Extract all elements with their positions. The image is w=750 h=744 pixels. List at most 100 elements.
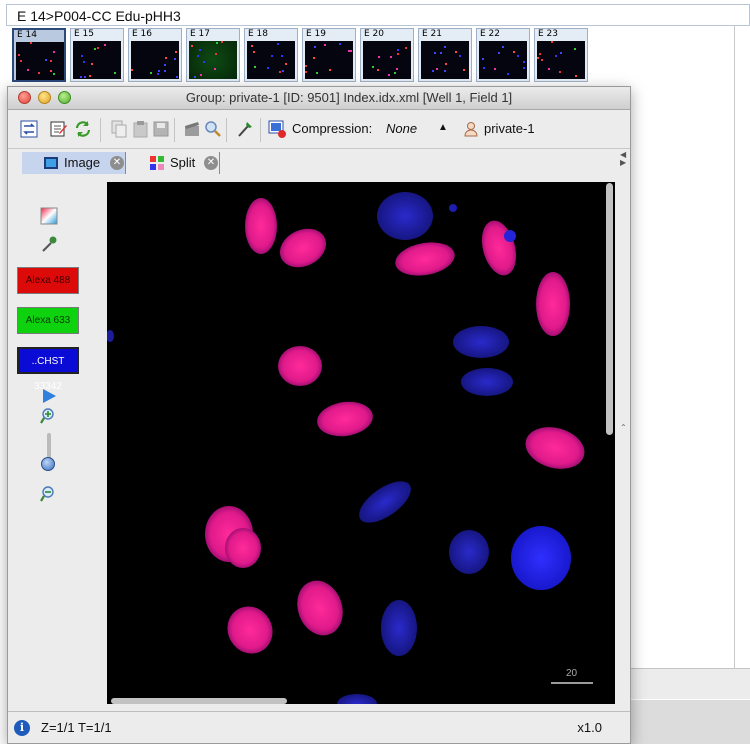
color-palette-icon[interactable] xyxy=(40,207,58,225)
thumbnail-cell-dot xyxy=(305,71,307,73)
status-bar: i Z=1/1 T=1/1 x1.0 xyxy=(8,711,630,744)
thumbnail-cell-dot xyxy=(53,73,55,75)
toolbar-separator xyxy=(226,118,227,142)
tab-scroll-arrows[interactable]: ◀ ▶ xyxy=(620,151,626,167)
thumbnail-cell-dot xyxy=(114,72,116,74)
cell-nucleus xyxy=(511,526,571,590)
channel-button-alexa-633[interactable]: Alexa 633 xyxy=(17,307,79,334)
copy-icon[interactable] xyxy=(110,120,128,138)
close-window-button[interactable] xyxy=(18,91,31,104)
thumbnail-cell-dot xyxy=(221,41,223,43)
minimize-window-button[interactable] xyxy=(38,91,51,104)
well-thumbnail[interactable]: E 22 xyxy=(476,28,530,82)
well-thumbnail-label: E 23 xyxy=(538,29,558,39)
edit-settings-icon[interactable] xyxy=(50,120,68,138)
zoom-icon[interactable] xyxy=(204,120,222,138)
well-thumbnail-image xyxy=(247,41,295,79)
well-thumbnail[interactable]: E 21 xyxy=(418,28,472,82)
well-thumbnail[interactable]: E 14 xyxy=(12,28,66,82)
thumbnail-cell-dot xyxy=(53,51,55,53)
cell-nucleus xyxy=(359,481,411,523)
thumbnail-cell-dot xyxy=(574,48,576,50)
toolbar-separator xyxy=(260,118,261,142)
thumbnail-cell-dot xyxy=(350,50,352,52)
paste-icon[interactable] xyxy=(132,120,150,138)
background-panel xyxy=(630,700,750,744)
cell-nucleus xyxy=(395,242,455,276)
tab-bar: Image ✕ Split ✕ ◀ ▶ xyxy=(8,149,630,175)
cell-nucleus xyxy=(337,694,377,704)
thumbnail-cell-dot xyxy=(165,57,167,59)
refresh-icon[interactable] xyxy=(74,120,92,138)
thumbnail-cell-dot xyxy=(314,46,316,48)
thumbnail-cell-dot xyxy=(537,57,539,59)
select-arrows-icon[interactable]: ▲ xyxy=(438,122,448,133)
save-icon[interactable] xyxy=(152,120,170,138)
close-tab-icon[interactable]: ✕ xyxy=(204,156,218,170)
thumbnail-cell-dot xyxy=(267,67,269,69)
well-thumbnail-label: E 18 xyxy=(248,29,268,39)
thumbnail-cell-dot xyxy=(507,73,509,75)
thumbnail-cell-dot xyxy=(194,76,196,78)
thumbnail-cell-dot xyxy=(18,54,20,56)
thumbnail-strip: E 14 E 15 E 16 E 17 E 18 E 19 E 20 E 21 E 22 E 23 xyxy=(8,26,750,84)
close-tab-icon[interactable]: ✕ xyxy=(110,156,124,170)
well-thumbnail[interactable]: E 19 xyxy=(302,28,356,82)
thumbnail-cell-dot xyxy=(191,45,193,47)
thumbnail-cell-dot xyxy=(397,49,399,51)
well-thumbnail[interactable]: E 17 xyxy=(186,28,240,82)
zoom-window-button[interactable] xyxy=(58,91,71,104)
zoom-slider-thumb[interactable] xyxy=(41,457,55,471)
image-viewer-window: Group: private-1 [ID: 9501] Index.idx.xm… xyxy=(7,86,631,744)
thumbnail-cell-dot xyxy=(324,44,326,46)
cell-nucleus xyxy=(278,346,322,386)
thumbnail-cell-dot xyxy=(445,63,447,65)
thumbnail-cell-dot xyxy=(271,55,273,57)
toolbar-separator xyxy=(174,118,175,142)
horizontal-scrollbar-thumb[interactable] xyxy=(111,698,287,704)
well-thumbnail[interactable]: E 15 xyxy=(70,28,124,82)
well-thumbnail-image xyxy=(189,41,237,79)
splitter-handle[interactable]: ⌃ xyxy=(620,423,627,432)
tab-split[interactable]: Split ✕ xyxy=(142,152,220,174)
well-thumbnail-image xyxy=(363,41,411,79)
well-thumbnail[interactable]: E 23 xyxy=(534,28,588,82)
thumbnail-cell-dot xyxy=(176,76,178,78)
well-thumbnail[interactable]: E 18 xyxy=(244,28,298,82)
thumbnail-cell-dot xyxy=(372,66,374,68)
thumbnail-cell-dot xyxy=(388,74,390,76)
thumbnail-cell-dot xyxy=(517,55,519,57)
thumbnail-cell-dot xyxy=(560,52,562,54)
channel-button-alexa-488[interactable]: Alexa 488 xyxy=(17,267,79,294)
well-thumbnail-label: E 21 xyxy=(422,29,442,39)
well-thumbnail[interactable]: E 16 xyxy=(128,28,182,82)
thumbnail-cell-dot xyxy=(84,76,86,78)
zoom-out-icon[interactable] xyxy=(40,485,58,503)
thumbnail-cell-dot xyxy=(150,72,152,74)
channel-button-hoechst[interactable]: ..CHST 33342 xyxy=(17,347,79,392)
thumbnail-cell-dot xyxy=(405,47,407,49)
reset-view-icon[interactable] xyxy=(20,120,38,138)
zoom-in-icon[interactable] xyxy=(40,407,58,425)
vertical-scrollbar-thumb[interactable] xyxy=(606,183,613,435)
compression-select[interactable]: None xyxy=(386,121,417,136)
channel-panel: Alexa 488 Alexa 633 ..CHST 33342 xyxy=(8,175,106,705)
group-name: private-1 xyxy=(484,121,535,136)
measurement-tool-icon[interactable] xyxy=(236,120,254,138)
thumbnail-cell-dot xyxy=(459,55,461,57)
info-icon[interactable]: i xyxy=(14,720,30,736)
image-viewer-icon xyxy=(44,157,58,169)
toolbar-separator xyxy=(100,118,101,142)
thumbnail-cell-dot xyxy=(551,41,553,43)
background-panel xyxy=(630,668,750,699)
movie-icon[interactable] xyxy=(184,120,202,138)
play-icon[interactable] xyxy=(40,387,58,405)
cell-nucleus xyxy=(481,220,517,276)
eyedropper-icon[interactable] xyxy=(40,235,58,253)
image-canvas[interactable]: 20 xyxy=(107,182,615,704)
tab-image[interactable]: Image ✕ xyxy=(22,152,126,174)
well-thumbnail-label: E 19 xyxy=(306,29,326,39)
well-thumbnail[interactable]: E 20 xyxy=(360,28,414,82)
thumbnail-cell-dot xyxy=(396,68,398,70)
window-titlebar[interactable]: Group: private-1 [ID: 9501] Index.idx.xm… xyxy=(8,87,630,110)
